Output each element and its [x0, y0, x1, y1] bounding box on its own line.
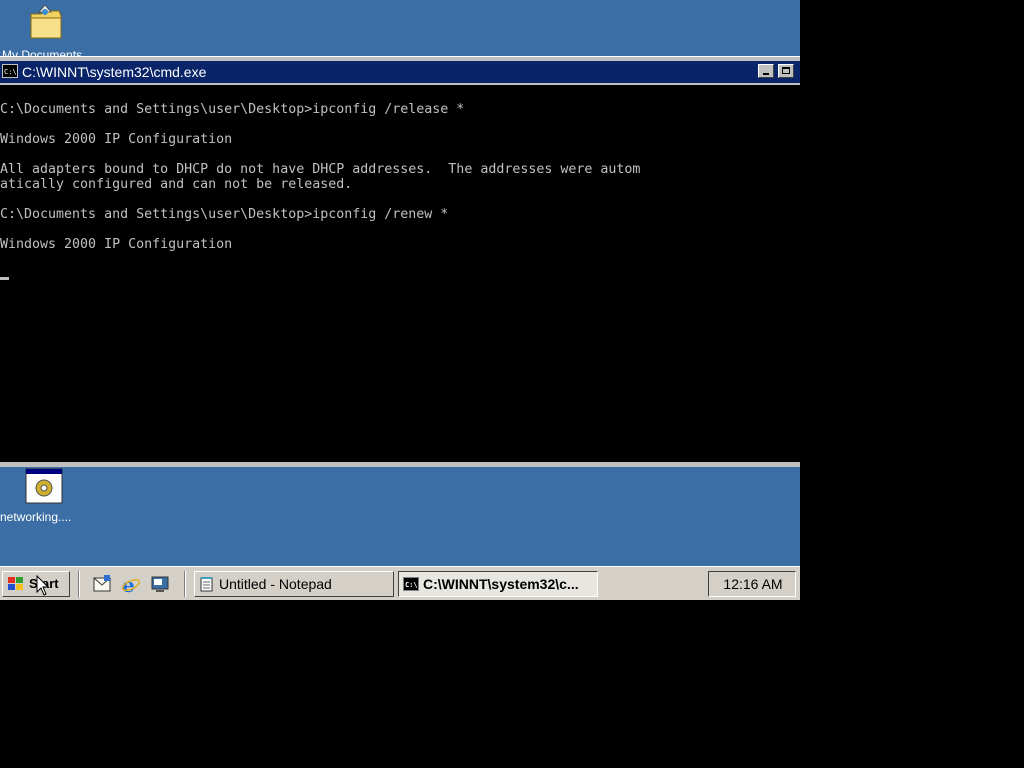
console-line: All adapters bound to DHCP do not have D…	[0, 162, 641, 177]
title-bar[interactable]: C:\ C:\WINNT\system32\cmd.exe	[0, 61, 800, 83]
taskbar-separator	[184, 571, 186, 597]
svg-text:C:\: C:\	[4, 68, 17, 76]
internet-explorer-icon[interactable]: e	[121, 574, 141, 594]
maximize-button[interactable]	[778, 64, 794, 78]
cmd-icon: C:\	[2, 64, 18, 78]
batch-file-icon	[25, 468, 63, 504]
cmd-icon: C:\	[403, 577, 419, 591]
text-cursor	[0, 277, 9, 280]
minimize-button[interactable]	[758, 64, 774, 78]
console-line: atically configured and can not be relea…	[0, 177, 353, 192]
desktop-icon-label: networking....	[0, 510, 72, 524]
window-title: C:\WINNT\system32\cmd.exe	[22, 64, 207, 80]
taskbar-button-cmd[interactable]: C:\ C:\WINNT\system32\c...	[398, 571, 598, 597]
mouse-pointer-icon	[36, 575, 50, 596]
cmd-window[interactable]: C:\ C:\WINNT\system32\cmd.exe C:\Documen…	[0, 56, 800, 467]
system-tray: 12:16 AM	[708, 571, 796, 597]
folder-icon	[30, 4, 62, 39]
console-line: C:\Documents and Settings\user\Desktop>i…	[0, 207, 449, 222]
notepad-icon	[200, 577, 213, 592]
console-line: Windows 2000 IP Configuration	[0, 237, 233, 252]
desktop: My Documents C:\ C:\WINNT\system32\cmd.e…	[0, 0, 800, 600]
task-label: C:\WINNT\system32\c...	[423, 576, 579, 592]
show-desktop-icon[interactable]	[150, 574, 170, 594]
console-line: Windows 2000 IP Configuration	[0, 132, 233, 147]
console-output[interactable]: C:\Documents and Settings\user\Desktop>i…	[0, 85, 800, 462]
clock[interactable]: 12:16 AM	[709, 576, 797, 592]
taskbar: Start e Untitled - Notepad	[0, 566, 800, 600]
task-label: Untitled - Notepad	[219, 576, 332, 592]
taskbar-button-notepad[interactable]: Untitled - Notepad	[194, 571, 394, 597]
outlook-express-icon[interactable]	[92, 574, 112, 594]
windows-logo-icon	[8, 577, 23, 590]
svg-text:e: e	[122, 574, 135, 594]
console-line: C:\Documents and Settings\user\Desktop>i…	[0, 102, 465, 117]
taskbar-separator	[78, 571, 80, 597]
svg-text:C:\: C:\	[405, 581, 418, 589]
